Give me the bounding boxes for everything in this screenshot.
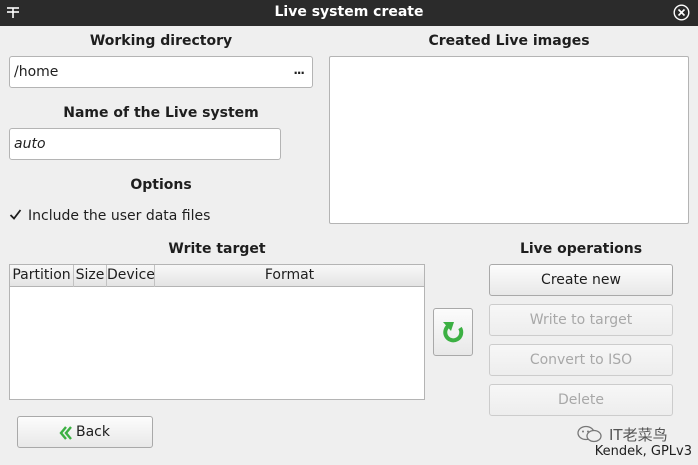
browse-button[interactable]: ... <box>293 63 305 77</box>
live-name-heading: Name of the Live system <box>63 105 259 121</box>
working-directory-field[interactable]: /home ... <box>9 56 313 88</box>
live-name-value: auto <box>14 136 46 152</box>
back-label: Back <box>76 424 110 440</box>
title-bar: Live system create <box>0 0 698 26</box>
back-button[interactable]: Back <box>17 416 153 448</box>
watermark-text: IT老菜鸟 <box>609 426 668 444</box>
column-partition[interactable]: Partition <box>10 265 74 287</box>
window-title: Live system create <box>274 4 424 20</box>
column-format[interactable]: Format <box>155 265 424 287</box>
working-directory-heading: Working directory <box>89 33 233 49</box>
include-user-data-checkbox[interactable] <box>9 208 22 221</box>
close-icon[interactable] <box>673 4 690 21</box>
live-name-input[interactable]: auto <box>9 128 281 160</box>
column-size[interactable]: Size <box>74 265 107 287</box>
delete-button[interactable]: Delete <box>489 384 673 416</box>
license-footer: Kendek, GPLv3 <box>594 444 692 459</box>
table-header: Partition Size Device Format <box>10 265 424 287</box>
working-directory-value: /home <box>14 64 59 80</box>
column-device[interactable]: Device <box>107 265 155 287</box>
write-to-target-button[interactable]: Write to target <box>489 304 673 336</box>
refresh-icon <box>443 322 464 343</box>
wechat-icon <box>577 425 602 443</box>
create-new-button[interactable]: Create new <box>489 264 673 296</box>
refresh-button[interactable] <box>433 308 473 356</box>
write-target-heading: Write target <box>168 241 266 257</box>
live-operations-heading: Live operations <box>519 241 643 257</box>
include-user-data-label[interactable]: Include the user data files <box>28 208 210 224</box>
created-images-list[interactable] <box>329 56 689 224</box>
created-images-heading: Created Live images <box>428 33 590 49</box>
back-chevron-icon <box>59 426 72 440</box>
write-target-table[interactable]: Partition Size Device Format <box>9 264 425 400</box>
options-heading: Options <box>130 177 192 193</box>
convert-to-iso-button[interactable]: Convert to ISO <box>489 344 673 376</box>
